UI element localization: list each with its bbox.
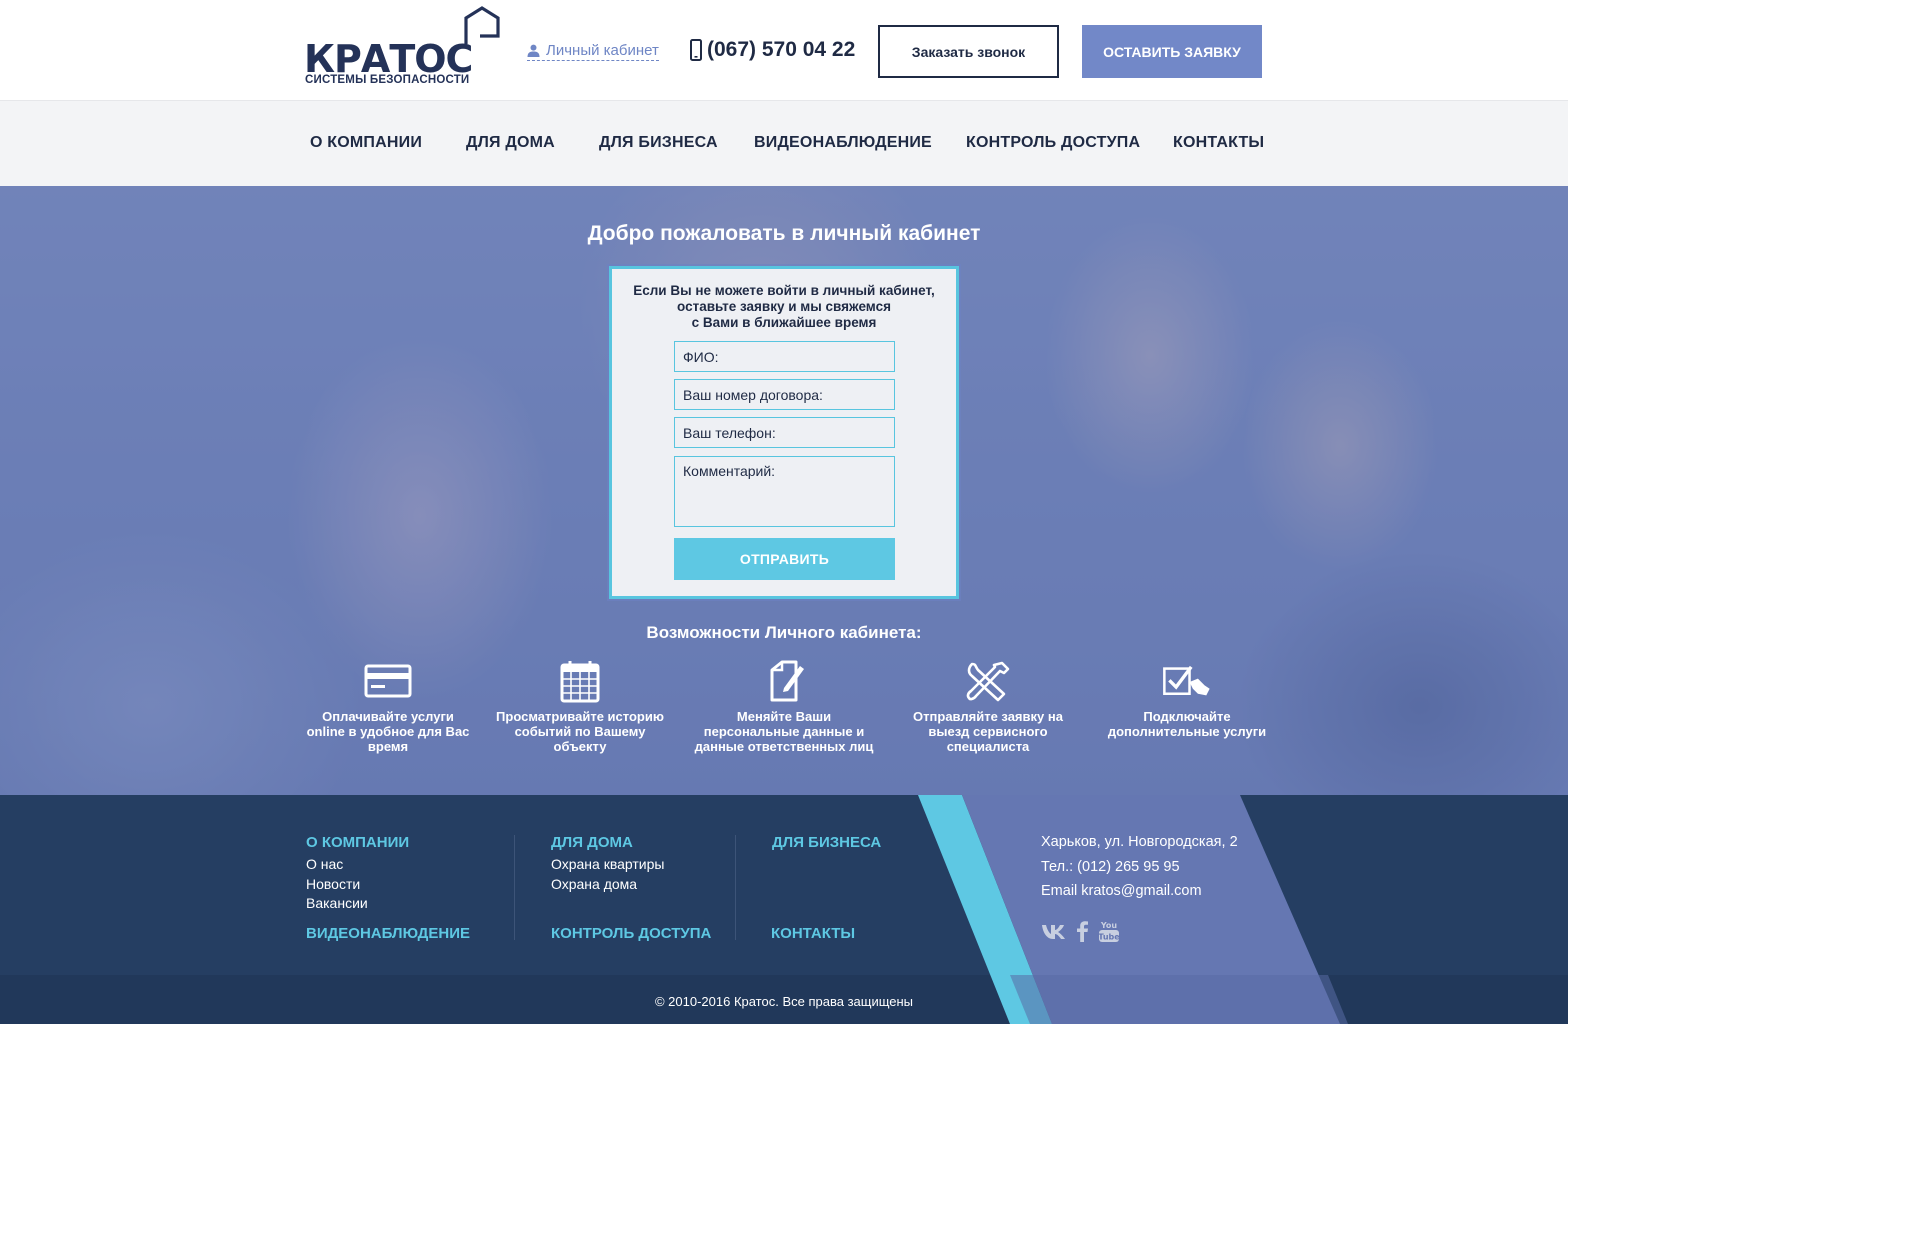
personal-cabinet-link[interactable]: Личный кабинет xyxy=(527,42,659,61)
hero-title: Добро пожаловать в личный кабинет xyxy=(587,222,981,245)
footer-link-house[interactable]: Охрана дома xyxy=(551,876,637,892)
user-icon xyxy=(527,44,540,57)
feature-label-line: данные ответственных лиц xyxy=(694,739,874,754)
calendar-icon xyxy=(560,661,600,703)
tools-icon xyxy=(966,661,1010,702)
form-intro-line: Если Вы не можете войти в личный кабинет… xyxy=(633,283,935,298)
checkbox-hand-icon xyxy=(1163,665,1210,696)
nav-item-home[interactable]: ДЛЯ ДОМА xyxy=(466,134,555,152)
footer-business-heading[interactable]: ДЛЯ БИЗНЕСА xyxy=(772,834,881,851)
credit-card-icon xyxy=(364,664,412,698)
leave-request-button[interactable]: ОСТАВИТЬ ЗАЯВКУ xyxy=(1082,25,1262,78)
nav-item-about[interactable]: О КОМПАНИИ xyxy=(310,134,422,152)
feature-label-line: время xyxy=(367,739,409,754)
logo-subtitle: СИСТЕМЫ БЕЗОПАСНОСТИ xyxy=(305,74,470,86)
feature-label-line: персональные данные и xyxy=(703,724,865,739)
form-intro-line: с Вами в ближайшее время xyxy=(691,315,877,330)
footer-address: Харьков, ул. Новгородская, 2 xyxy=(1041,834,1238,850)
feature-label-line: специалиста xyxy=(946,739,1030,754)
footer-link-about-us[interactable]: О нас xyxy=(306,856,343,872)
phone-number: (067) 570 04 22 xyxy=(707,38,856,61)
svg-text:Tube: Tube xyxy=(1098,933,1120,942)
full-name-field[interactable] xyxy=(674,341,895,372)
feature-service-request: Отправляйте заявку на выезд сервисного с… xyxy=(898,660,1078,754)
footer-email[interactable]: Email kratos@gmail.com xyxy=(1041,883,1202,899)
svg-text:You: You xyxy=(1100,921,1118,930)
nav-item-video[interactable]: ВИДЕОНАБЛЮДЕНИЕ xyxy=(754,134,932,152)
feature-label-line: Оплачивайте услуги xyxy=(322,709,454,724)
features-title: Возможности Личного кабинета: xyxy=(646,623,922,642)
nav-item-contacts[interactable]: КОНТАКТЫ xyxy=(1173,134,1264,152)
order-call-button[interactable]: Заказать звонок xyxy=(878,25,1059,78)
contract-number-field[interactable] xyxy=(674,379,895,410)
mobile-phone-icon xyxy=(690,39,702,61)
hero-section: Добро пожаловать в личный кабинет Если В… xyxy=(0,186,1568,795)
site-header: КРАТОС СИСТЕМЫ БЕЗОПАСНОСТИ Личный кабин… xyxy=(0,0,1568,100)
main-nav: О КОМПАНИИ ДЛЯ ДОМА ДЛЯ БИЗНЕСА ВИДЕОНАБ… xyxy=(0,100,1568,186)
feature-label-line: Просматривайте историю xyxy=(496,709,664,724)
feature-label-line: Подключайте xyxy=(1143,709,1231,724)
footer-divider xyxy=(735,835,736,940)
footer-link-apartment[interactable]: Охрана квартиры xyxy=(551,856,664,872)
feature-label-line: выезд сервисного xyxy=(928,724,1048,739)
copyright: © 2010-2016 Кратос. Все права защищены xyxy=(654,994,914,1009)
footer-video-heading[interactable]: ВИДЕОНАБЛЮДЕНИЕ xyxy=(306,925,470,942)
form-intro: Если Вы не можете войти в личный кабинет… xyxy=(612,283,956,331)
feature-label-line: дополнительные услуги xyxy=(1107,724,1267,739)
footer-home-heading[interactable]: ДЛЯ ДОМА xyxy=(551,834,633,851)
social-links: You Tube xyxy=(1041,919,1121,943)
feature-label-line: Меняйте Ваши xyxy=(736,709,832,724)
footer-contacts-heading[interactable]: КОНТАКТЫ xyxy=(771,925,855,942)
footer-link-vacancies[interactable]: Вакансии xyxy=(306,895,368,911)
form-intro-line: оставьте заявку и мы свяжемся xyxy=(677,299,891,314)
feature-history: Просматривайте историю событий по Вашему… xyxy=(490,660,670,754)
site-footer: О КОМПАНИИ О нас Новости Вакансии ВИДЕОН… xyxy=(0,795,1568,1024)
footer-phone[interactable]: Тел.: (012) 265 95 95 xyxy=(1041,859,1180,875)
footer-about-heading[interactable]: О КОМПАНИИ xyxy=(306,834,409,851)
personal-cabinet-label: Личный кабинет xyxy=(546,42,659,59)
feature-extra-services: Подключайте дополнительные услуги xyxy=(1097,660,1277,739)
footer-decor-shape xyxy=(918,795,1348,1024)
logo[interactable]: КРАТОС СИСТЕМЫ БЕЗОПАСНОСТИ xyxy=(304,6,504,88)
contact-form: Если Вы не можете войти в личный кабинет… xyxy=(609,266,959,599)
feature-label-line: событий по Вашему xyxy=(514,724,646,739)
comment-field[interactable] xyxy=(674,456,895,527)
footer-link-news[interactable]: Новости xyxy=(306,876,360,892)
phone-field[interactable] xyxy=(674,417,895,448)
feature-label-line: объекту xyxy=(553,739,607,754)
nav-item-access-control[interactable]: КОНТРОЛЬ ДОСТУПА xyxy=(966,134,1140,152)
footer-divider xyxy=(514,835,515,940)
facebook-icon[interactable] xyxy=(1075,920,1089,942)
feature-personal-data: Меняйте Ваши персональные данные и данны… xyxy=(694,660,874,754)
vk-icon[interactable] xyxy=(1041,922,1067,940)
feature-payment: Оплачивайте услуги online в удобное для … xyxy=(298,660,478,754)
logo-text: КРАТОС xyxy=(304,37,473,81)
submit-button[interactable]: ОТПРАВИТЬ xyxy=(674,538,895,580)
footer-access-heading[interactable]: КОНТРОЛЬ ДОСТУПА xyxy=(551,925,711,942)
header-phone[interactable]: (067) 570 04 22 xyxy=(690,38,855,62)
feature-label-line: online в удобное для Вас xyxy=(306,724,470,739)
feature-label-line: Отправляйте заявку на xyxy=(913,709,1063,724)
youtube-icon[interactable]: You Tube xyxy=(1097,919,1121,943)
nav-item-business[interactable]: ДЛЯ БИЗНЕСА xyxy=(599,134,718,152)
edit-document-icon xyxy=(770,660,804,702)
